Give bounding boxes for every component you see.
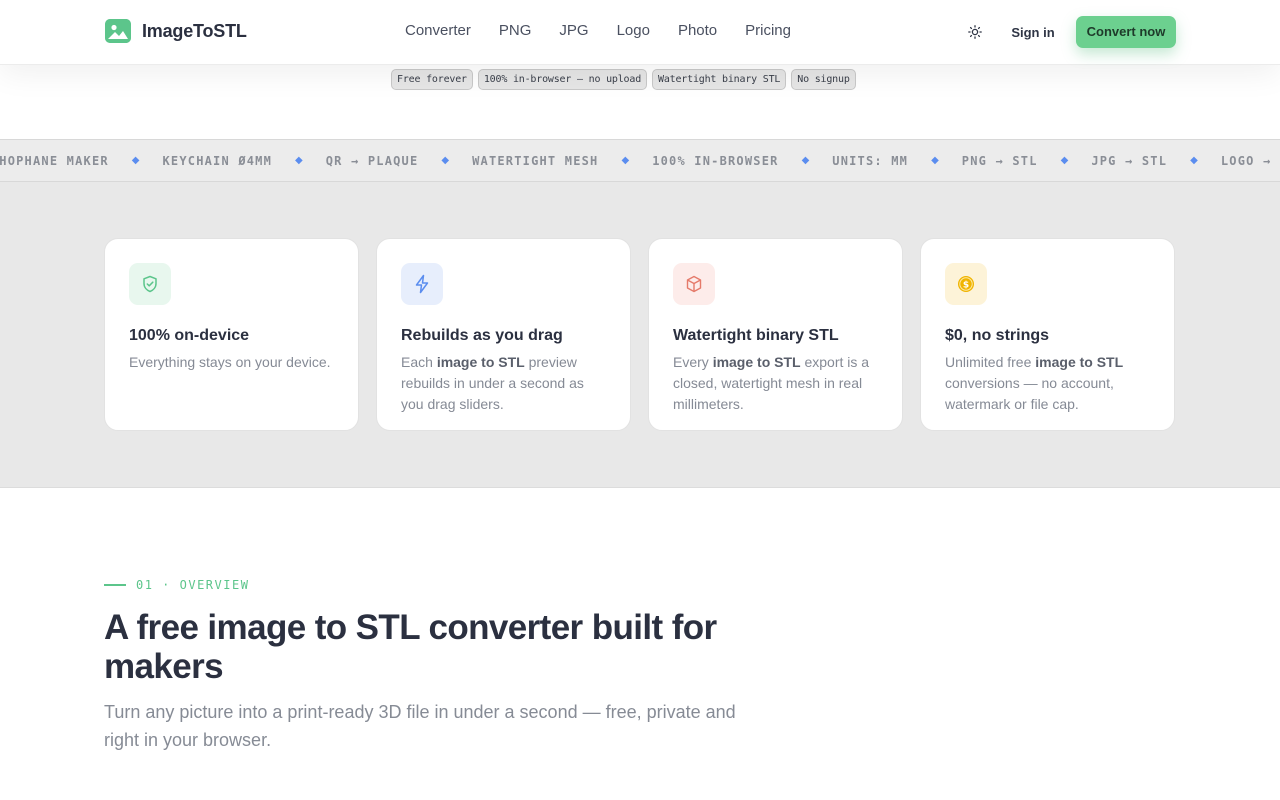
feature-card-on-device: 100% on-device Everything stays on your … xyxy=(104,238,359,431)
coin-icon: $ xyxy=(958,276,974,292)
feature-chips: Free forever 100% in-browser — no upload… xyxy=(391,69,856,90)
nav-pricing[interactable]: Pricing xyxy=(745,22,791,39)
feature-card-watertight: Watertight binary STL Every image to STL… xyxy=(648,238,903,431)
eyebrow-label: 01 · OVERVIEW xyxy=(136,578,250,592)
diamond-icon: ◆ xyxy=(801,155,810,166)
feature-title: Watertight binary STL xyxy=(673,327,839,344)
diamond-icon: ◆ xyxy=(441,155,450,166)
marquee-track: LITHOPHANE MAKER ◆ KEYCHAIN Ø4MM ◆ QR → … xyxy=(0,140,1280,181)
diamond-icon: ◆ xyxy=(295,155,303,166)
diamond-icon: ◆ xyxy=(931,155,939,166)
marquee-item: KEYCHAIN Ø4MM xyxy=(162,153,273,168)
chip-no-signup: No signup xyxy=(791,69,856,90)
brand-name: ImageToSTL xyxy=(142,20,247,41)
feature-desc: Each image to STL preview rebuilds in un… xyxy=(401,354,584,412)
section-eyebrow: 01 · OVERVIEW xyxy=(104,578,249,592)
cube-icon xyxy=(686,275,702,293)
diamond-icon: ◆ xyxy=(1060,155,1069,166)
overview-title: A free image to STL converter built for … xyxy=(104,608,717,686)
feature-desc: Unlimited free image to STL conversions … xyxy=(945,354,1124,412)
brand[interactable]: ImageToSTL xyxy=(105,19,247,43)
feature-title: Rebuilds as you drag xyxy=(401,327,563,344)
marquee-item: LITHOPHANE MAKER xyxy=(0,153,109,168)
nav-photo[interactable]: Photo xyxy=(678,22,717,39)
image-logo-icon xyxy=(105,19,131,43)
nav-jpg[interactable]: JPG xyxy=(559,22,588,39)
feature-icon-wrapper: $ xyxy=(945,263,987,305)
eyebrow-line xyxy=(104,584,126,586)
feature-card-rebuilds: Rebuilds as you drag Each image to STL p… xyxy=(376,238,631,431)
diamond-icon: ◆ xyxy=(131,155,140,166)
nav-logo[interactable]: Logo xyxy=(617,22,650,39)
convert-now-button[interactable]: Convert now xyxy=(1076,16,1176,48)
svg-text:$: $ xyxy=(963,281,969,291)
feature-card-free: $ $0, no strings Unlimited free image to… xyxy=(920,238,1175,431)
marquee-item: 100% IN-BROWSER xyxy=(652,153,779,168)
feature-desc: Every image to STL export is a closed, w… xyxy=(673,354,870,412)
chip-free-forever: Free forever xyxy=(391,69,473,90)
features-section: 100% on-device Everything stays on your … xyxy=(0,182,1280,488)
chip-watertight: Watertight binary STL xyxy=(652,69,787,90)
feature-icon-wrapper xyxy=(401,263,443,305)
marquee-item: PNG → STL xyxy=(961,153,1038,168)
shield-check-icon xyxy=(143,275,157,293)
feature-desc: Everything stays on your device. xyxy=(129,354,331,370)
nav-png[interactable]: PNG xyxy=(499,22,532,39)
chip-in-browser: 100% in-browser — no upload xyxy=(477,69,648,90)
theme-toggle-button[interactable] xyxy=(963,20,987,44)
diamond-icon: ◆ xyxy=(1190,155,1198,166)
feature-icon-wrapper xyxy=(129,263,171,305)
marquee-item: LOGO → 3D B xyxy=(1220,153,1280,168)
diamond-icon: ◆ xyxy=(621,155,630,166)
marquee-item: UNITS: MM xyxy=(832,153,909,168)
main-nav: Converter PNG JPG Logo Photo Pricing xyxy=(405,22,791,39)
marquee-item: WATERTIGHT MESH xyxy=(472,153,599,168)
sign-in-button[interactable]: Sign in xyxy=(1001,22,1065,44)
lightning-icon xyxy=(415,274,429,294)
marquee-item: QR → PLAQUE xyxy=(325,153,419,168)
overview-subtitle: Turn any picture into a print-ready 3D f… xyxy=(104,702,736,750)
feature-icon-wrapper xyxy=(673,263,715,305)
sun-icon xyxy=(968,25,982,39)
feature-title: $0, no strings xyxy=(945,327,1050,344)
keyword-marquee: LITHOPHANE MAKER ◆ KEYCHAIN Ø4MM ◆ QR → … xyxy=(0,139,1280,182)
nav-converter[interactable]: Converter xyxy=(405,22,471,39)
marquee-item: JPG → STL xyxy=(1091,153,1168,168)
feature-title: 100% on-device xyxy=(129,327,250,344)
site-header: ImageToSTL Converter PNG JPG Logo Photo … xyxy=(0,0,1280,65)
